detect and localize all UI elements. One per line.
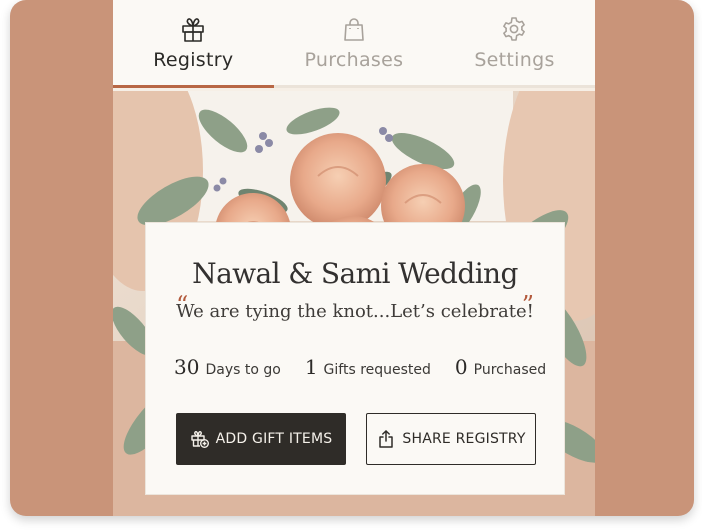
gift-icon <box>182 18 205 42</box>
stat-days-to-go: 30 Days to go <box>174 355 281 379</box>
tab-bar: Registry Purchases Settings <box>113 0 595 88</box>
gift-plus-icon <box>190 430 209 448</box>
stat-label: Days to go <box>205 362 281 378</box>
app-frame: Registry Purchases Settings Nawal & Sami… <box>10 0 694 516</box>
registry-screen: Registry Purchases Settings Nawal & Sami… <box>113 0 595 516</box>
stat-purchased: 0 Purchased <box>455 355 546 379</box>
stat-value: 1 <box>304 355 318 379</box>
add-gift-items-label: ADD GIFT ITEMS <box>215 431 333 447</box>
tab-label-registry: Registry <box>153 49 234 71</box>
open-quote-icon: “ <box>176 291 189 319</box>
registry-title: Nawal & Sami Wedding <box>192 257 518 290</box>
add-gift-items-button[interactable]: ADD GIFT ITEMS <box>176 413 346 465</box>
gear-icon <box>503 17 526 41</box>
stat-value: 30 <box>174 355 200 379</box>
tagline-text: We are tying the knot...Let’s celebrate! <box>176 300 534 322</box>
stat-label: Purchased <box>473 362 547 378</box>
close-quote-icon: ” <box>521 291 534 319</box>
tab-label-purchases: Purchases <box>304 49 404 71</box>
stat-label: Gifts requested <box>323 362 431 378</box>
share-registry-button[interactable]: SHARE REGISTRY <box>366 413 536 465</box>
tagline: “ We are tying the knot...Let’s celebrat… <box>146 291 564 325</box>
share-icon <box>379 430 394 448</box>
stat-gifts-requested: 1 Gifts requested <box>305 355 431 379</box>
share-registry-label: SHARE REGISTRY <box>402 431 526 447</box>
tab-label-settings: Settings <box>474 49 555 71</box>
tab-settings[interactable]: Settings <box>434 0 595 85</box>
stat-value: 0 <box>454 355 468 379</box>
registry-stats: 30 Days to go 1 Gifts requested 0 Purcha… <box>174 351 546 383</box>
shopping-bag-icon <box>344 18 364 41</box>
tab-registry[interactable]: Registry <box>113 0 274 88</box>
tab-purchases[interactable]: Purchases <box>274 0 435 85</box>
registry-card: Nawal & Sami Wedding “ We are tying the … <box>145 222 565 495</box>
